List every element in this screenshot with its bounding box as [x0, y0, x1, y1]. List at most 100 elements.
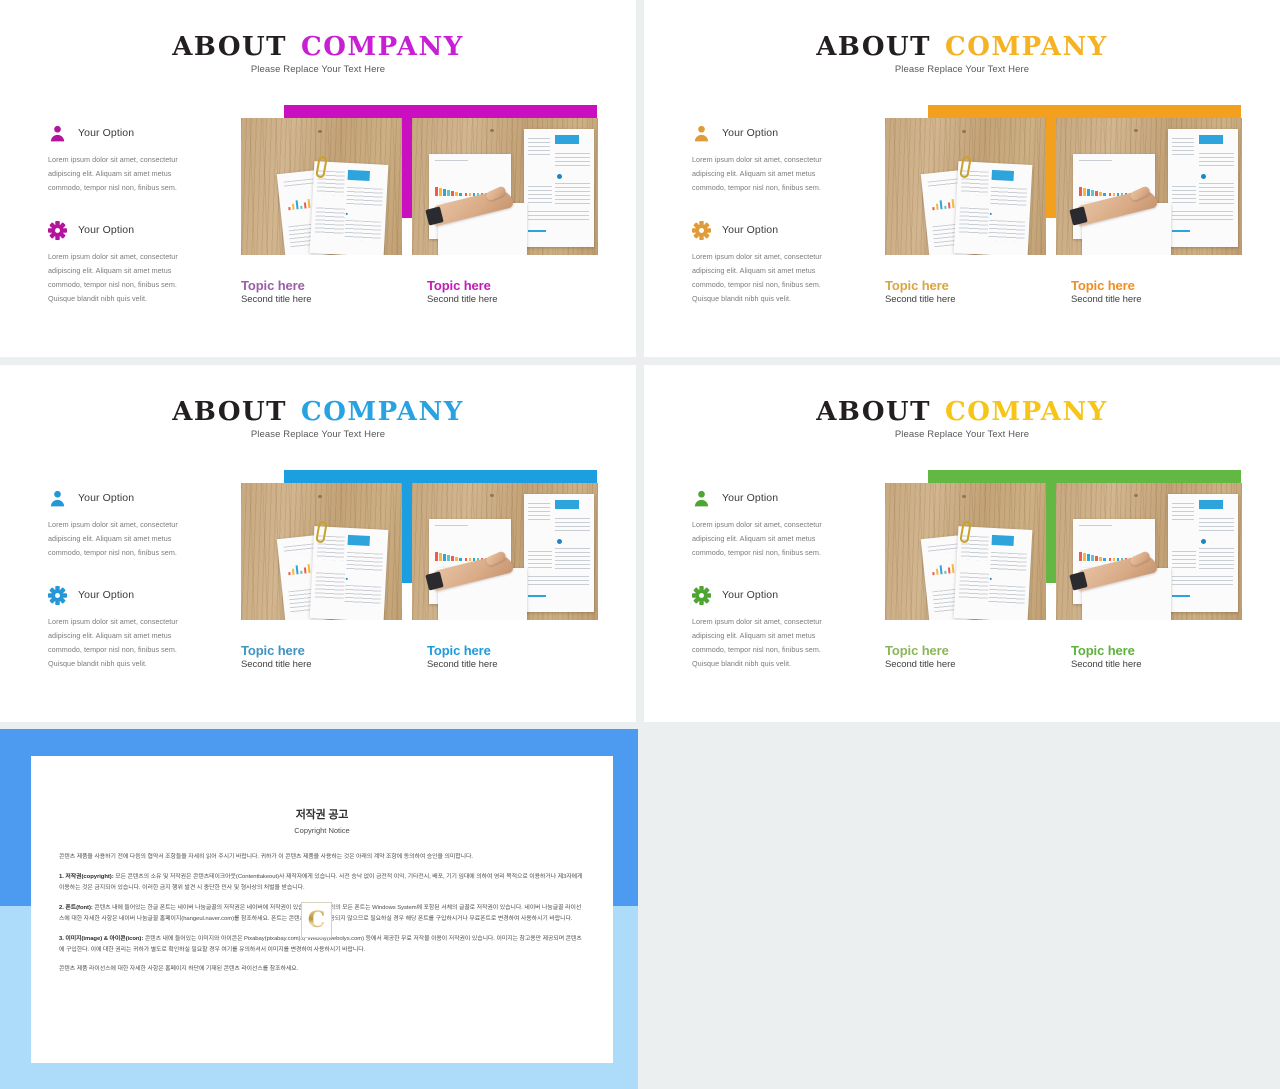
page-title: ABOUT COMPANY [0, 32, 636, 62]
page-title: ABOUT COMPANY [644, 397, 1280, 427]
caption-subtitle: Second title here [1071, 659, 1142, 670]
option-list: Your Option Lorem ipsum dolor sit amet, c… [692, 122, 842, 330]
option-description: Lorem ipsum dolor sit amet, consectetur … [692, 252, 822, 304]
page-subtitle: Please Replace Your Text Here [250, 429, 386, 440]
person-icon [50, 490, 65, 506]
gear-icon [692, 585, 711, 605]
option-list: Your Option Lorem ipsum dolor sit amet, c… [692, 487, 842, 695]
title-word-company: COMPANY [301, 397, 464, 427]
person-icon [694, 125, 709, 141]
slide-deck-preview: ABOUT COMPANY Please Replace Your Text Her… [0, 0, 1280, 1089]
option-description: Lorem ipsum dolor sit amet, consectetur … [692, 155, 822, 193]
caption-block[interactable]: Topic here Second title here [241, 278, 312, 305]
caption-block[interactable]: Topic here Second title here [427, 643, 498, 670]
page-subtitle: Please Replace Your Text Here [894, 429, 1030, 440]
caption-title: Topic here [885, 643, 949, 658]
caption-title: Topic here [241, 643, 305, 658]
clause-heading: 2. 폰트(font): [59, 904, 93, 911]
title-word-about: ABOUT [172, 397, 288, 427]
photo-right[interactable] [1056, 483, 1242, 620]
option-description: Lorem ipsum dolor sit amet, consectetur … [48, 252, 178, 304]
caption-title: Topic here [885, 278, 949, 293]
caption-block[interactable]: Topic here Second title here [1071, 643, 1142, 670]
document-sheet [1167, 493, 1239, 612]
document-sheet [523, 493, 595, 612]
option-heading: Your Option [48, 219, 198, 241]
caption-title: Topic here [1071, 643, 1135, 658]
caption-title: Topic here [427, 278, 491, 293]
title-word-about: ABOUT [816, 32, 932, 62]
page-title: ABOUT COMPANY [644, 32, 1280, 62]
title-word-company: COMPANY [301, 32, 464, 62]
option-label: Your Option [722, 127, 779, 139]
watermark-letter: C [307, 907, 326, 933]
option-description: Lorem ipsum dolor sit amet, consectetur … [692, 617, 822, 669]
option-list: Your Option Lorem ipsum dolor sit amet, c… [48, 122, 198, 330]
slide-green[interactable]: ABOUT COMPANY Please Replace Your Text Her… [644, 365, 1280, 722]
photo-right[interactable] [1056, 118, 1242, 255]
option-description: Lorem ipsum dolor sit amet, consectetur … [692, 520, 822, 558]
notice-paper: 저작권 공고 Copyright Notice 콘텐츠 제품을 사용하기 전에 다음… [31, 756, 613, 1063]
caption-block[interactable]: Topic here Second title here [427, 278, 498, 305]
slide-magenta[interactable]: ABOUT COMPANY Please Replace Your Text Her… [0, 0, 636, 357]
option-heading: Your Option [692, 219, 842, 241]
option-heading: Your Option [48, 122, 198, 144]
notice-title: 저작권 공고 [295, 809, 349, 821]
copyright-notice-slide[interactable]: 저작권 공고 Copyright Notice 콘텐츠 제품을 사용하기 전에 다음… [0, 729, 638, 1089]
option-heading: Your Option [48, 584, 198, 606]
option-block[interactable]: Your Option Lorem ipsum dolor sit amet, c… [692, 219, 842, 306]
gear-icon [48, 220, 67, 240]
clause-heading: 3. 이미지(image) & 아이콘(icon): [59, 935, 144, 942]
gear-icon [692, 220, 711, 240]
clause-heading: 1. 저작권(copyright): [59, 873, 114, 880]
caption-subtitle: Second title here [1071, 294, 1142, 305]
caption-subtitle: Second title here [427, 294, 498, 305]
option-heading: Your Option [48, 487, 198, 509]
photo-right[interactable] [412, 483, 598, 620]
caption-subtitle: Second title here [885, 659, 956, 670]
option-block[interactable]: Your Option Lorem ipsum dolor sit amet, c… [692, 122, 842, 195]
photo-right[interactable] [412, 118, 598, 255]
caption-block[interactable]: Topic here Second title here [885, 278, 956, 305]
slide-orange[interactable]: ABOUT COMPANY Please Replace Your Text Her… [644, 0, 1280, 357]
photo-left[interactable] [885, 483, 1046, 620]
copyright-clause: 1. 저작권(copyright): 모든 콘텐츠의 소유 및 저작권은 콘텐츠… [59, 873, 583, 891]
option-label: Your Option [78, 492, 135, 504]
option-label: Your Option [78, 589, 135, 602]
option-block[interactable]: Your Option Lorem ipsum dolor sit amet, c… [692, 584, 842, 671]
caption-block[interactable]: Topic here Second title here [241, 643, 312, 670]
option-block[interactable]: Your Option Lorem ipsum dolor sit amet, c… [48, 487, 198, 560]
caption-title: Topic here [427, 643, 491, 658]
option-heading: Your Option [692, 122, 842, 144]
caption-subtitle: Second title here [241, 659, 312, 670]
caption-title: Topic here [1071, 278, 1135, 293]
document-sheet [1167, 128, 1239, 247]
caption-block[interactable]: Topic here Second title here [1071, 278, 1142, 305]
title-word-company: COMPANY [945, 32, 1108, 62]
caption-title: Topic here [241, 278, 305, 293]
option-block[interactable]: Your Option Lorem ipsum dolor sit amet, c… [48, 584, 198, 671]
option-label: Your Option [722, 224, 779, 237]
caption-subtitle: Second title here [885, 294, 956, 305]
option-description: Lorem ipsum dolor sit amet, consectetur … [48, 155, 178, 193]
option-label: Your Option [722, 492, 779, 504]
option-label: Your Option [78, 127, 135, 139]
page-title: ABOUT COMPANY [0, 397, 636, 427]
page-subtitle: Please Replace Your Text Here [894, 64, 1030, 75]
person-icon [694, 490, 709, 506]
caption-block[interactable]: Topic here Second title here [885, 643, 956, 670]
option-description: Lorem ipsum dolor sit amet, consectetur … [48, 617, 178, 669]
brand-watermark-icon: C [301, 902, 332, 938]
option-list: Your Option Lorem ipsum dolor sit amet, c… [48, 487, 198, 695]
option-heading: Your Option [692, 487, 842, 509]
option-block[interactable]: Your Option Lorem ipsum dolor sit amet, c… [48, 122, 198, 195]
option-block[interactable]: Your Option Lorem ipsum dolor sit amet, c… [48, 219, 198, 306]
title-word-about: ABOUT [816, 397, 932, 427]
option-description: Lorem ipsum dolor sit amet, consectetur … [48, 520, 178, 558]
slide-blue[interactable]: ABOUT COMPANY Please Replace Your Text Her… [0, 365, 636, 722]
photo-left[interactable] [241, 483, 402, 620]
photo-left[interactable] [885, 118, 1046, 255]
option-block[interactable]: Your Option Lorem ipsum dolor sit amet, c… [692, 487, 842, 560]
photo-left[interactable] [241, 118, 402, 255]
page-subtitle: Please Replace Your Text Here [250, 64, 386, 75]
